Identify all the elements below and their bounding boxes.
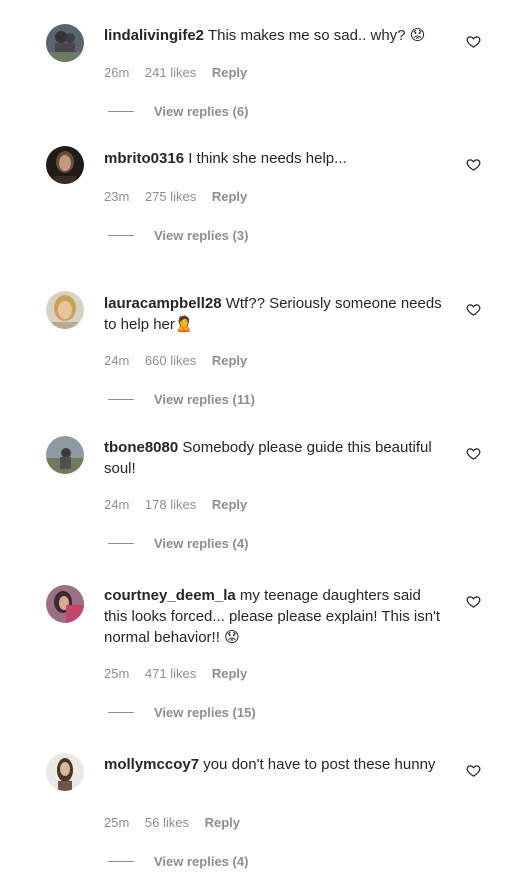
view-replies-label: View replies (4) bbox=[154, 536, 249, 551]
comment-username[interactable]: lindalivingife2 bbox=[104, 27, 204, 44]
comment-likes[interactable]: 275 likes bbox=[145, 189, 196, 204]
reply-button[interactable]: Reply bbox=[212, 189, 247, 204]
reply-button[interactable]: Reply bbox=[212, 353, 247, 368]
comment-username[interactable]: mbrito0316 bbox=[104, 150, 184, 167]
comment-text: tbone8080 Somebody please guide this bea… bbox=[104, 437, 444, 479]
heart-outline-icon[interactable] bbox=[466, 763, 481, 778]
reply-button[interactable]: Reply bbox=[212, 65, 247, 80]
replies-divider bbox=[108, 399, 134, 400]
comment-text: lauracampbell28 Wtf?? Seriously someone … bbox=[104, 293, 444, 335]
comment-time: 26m bbox=[104, 65, 130, 80]
comment-likes[interactable]: 241 likes bbox=[145, 65, 196, 80]
view-replies-label: View replies (4) bbox=[154, 854, 249, 869]
avatar[interactable] bbox=[46, 585, 84, 623]
person-pouting-icon: 🙎 bbox=[174, 315, 194, 333]
heart-outline-icon[interactable] bbox=[466, 594, 481, 609]
comment-likes[interactable]: 660 likes bbox=[145, 353, 196, 368]
replies-divider bbox=[108, 543, 134, 544]
comment-meta: 24m 660 likes Reply bbox=[104, 353, 259, 368]
replies-divider bbox=[108, 235, 134, 236]
view-replies-button[interactable]: View replies (11) bbox=[108, 392, 255, 407]
comment-likes[interactable]: 471 likes bbox=[145, 666, 196, 681]
comment-text: courtney_deem_la my teenage daughters sa… bbox=[104, 585, 444, 648]
comment-meta: 25m 471 likes Reply bbox=[104, 666, 259, 681]
avatar[interactable] bbox=[46, 291, 84, 329]
comment-meta: 23m 275 likes Reply bbox=[104, 189, 259, 204]
comment-likes[interactable]: 56 likes bbox=[145, 815, 189, 830]
comment-body: I think she needs help... bbox=[188, 150, 347, 167]
view-replies-button[interactable]: View replies (6) bbox=[108, 104, 248, 119]
comment-username[interactable]: courtney_deem_la bbox=[104, 587, 236, 604]
worried-face-icon: 😟 bbox=[224, 628, 240, 646]
comment-time: 24m bbox=[104, 353, 130, 368]
heart-outline-icon[interactable] bbox=[466, 157, 481, 172]
view-replies-label: View replies (3) bbox=[154, 228, 249, 243]
reply-button[interactable]: Reply bbox=[212, 497, 247, 512]
comment-body: you don't have to post these hunny bbox=[203, 756, 436, 773]
view-replies-button[interactable]: View replies (15) bbox=[108, 705, 256, 720]
replies-divider bbox=[108, 712, 134, 713]
replies-divider bbox=[108, 111, 134, 112]
comment-likes[interactable]: 178 likes bbox=[145, 497, 196, 512]
comment-meta: 24m 178 likes Reply bbox=[104, 497, 259, 512]
view-replies-button[interactable]: View replies (3) bbox=[108, 228, 248, 243]
comment-time: 23m bbox=[104, 189, 130, 204]
comment-meta: 26m 241 likes Reply bbox=[104, 65, 259, 80]
comment-username[interactable]: mollymccoy7 bbox=[104, 756, 199, 773]
comment-text: lindalivingife2 This makes me so sad.. w… bbox=[104, 25, 444, 46]
heart-outline-icon[interactable] bbox=[466, 302, 481, 317]
view-replies-button[interactable]: View replies (4) bbox=[108, 536, 248, 551]
comment-meta: 25m 56 likes Reply bbox=[104, 815, 252, 830]
avatar[interactable] bbox=[46, 753, 84, 791]
view-replies-label: View replies (15) bbox=[154, 705, 256, 720]
worried-face-icon: 😟 bbox=[409, 26, 426, 44]
heart-outline-icon[interactable] bbox=[466, 446, 481, 461]
view-replies-label: View replies (6) bbox=[154, 104, 249, 119]
reply-button[interactable]: Reply bbox=[212, 666, 247, 681]
comment-body: This makes me so sad.. why? bbox=[207, 27, 406, 44]
comment-text: mbrito0316 I think she needs help... bbox=[104, 148, 444, 169]
view-replies-button[interactable]: View replies (4) bbox=[108, 854, 248, 869]
comment-time: 24m bbox=[104, 497, 130, 512]
comment-time: 25m bbox=[104, 815, 130, 830]
avatar[interactable] bbox=[46, 146, 84, 184]
avatar[interactable] bbox=[46, 24, 84, 62]
reply-button[interactable]: Reply bbox=[205, 815, 240, 830]
comment-text: mollymccoy7 you don't have to post these… bbox=[104, 754, 444, 775]
replies-divider bbox=[108, 861, 134, 862]
view-replies-label: View replies (11) bbox=[154, 392, 255, 407]
comment-username[interactable]: lauracampbell28 bbox=[104, 295, 222, 312]
heart-outline-icon[interactable] bbox=[466, 34, 481, 49]
comment-time: 25m bbox=[104, 666, 130, 681]
avatar[interactable] bbox=[46, 436, 84, 474]
comment-username[interactable]: tbone8080 bbox=[104, 439, 178, 456]
